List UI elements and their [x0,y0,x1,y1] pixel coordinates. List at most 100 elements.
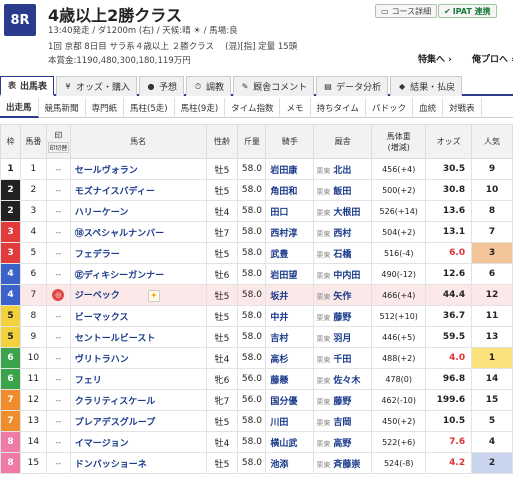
horse-name-link[interactable]: ㊣ディキシーガンナー [75,271,164,281]
mark-cell[interactable]: -- [45,221,71,243]
horse-name[interactable]: イマージョン [69,431,207,453]
trainer-name[interactable]: 吉岡 [333,418,351,428]
odds[interactable]: 59.5 [425,326,473,348]
horse-name-link[interactable]: ビーマックス [75,313,129,323]
trainer[interactable]: 栗東 高野 [313,431,373,453]
mark-cell[interactable]: -- [45,200,71,222]
horse-name[interactable]: ㊣ディキシーガンナー [69,263,207,285]
trainer[interactable]: 栗東 石橋 [313,242,373,264]
horse-name-link[interactable]: フェデラー [75,250,120,260]
odds[interactable]: 36.7 [425,305,473,327]
horse-name-link[interactable]: クラリティスケール [75,397,155,407]
trainer[interactable]: 栗東 藤野 [313,389,373,411]
col-umaban[interactable]: 馬番 [19,124,47,159]
col-waku[interactable]: 枠 [0,124,21,159]
jockey-name[interactable]: 藤懸 [265,368,315,390]
table-row[interactable]: 3 5 -- フェデラー 牡5 58.0 武豊 栗東 石橋 516(-4) 6.0 3 [0,242,513,264]
col-sex-age[interactable]: 性齢 [205,124,239,159]
odds[interactable]: 10.5 [425,410,473,432]
horse-name[interactable]: セールヴォラン [69,158,207,180]
trainer-name[interactable]: 斉藤崇 [333,460,360,470]
table-row[interactable]: 5 9 -- セントールビースト 牡5 58.0 吉村 栗東 羽月 446(+5) 59.5 13 [0,326,513,348]
odds[interactable]: 7.6 [425,431,473,453]
table-row[interactable]: 6 10 -- ヴリトラハン 牡4 58.0 高杉 栗東 千田 488(+2) 4.0 1 [0,347,513,369]
trainer[interactable]: 栗東 斉藤崇 [313,452,373,474]
horse-name-link[interactable]: セールヴォラン [75,166,138,176]
trainer[interactable]: 栗東 西村 [313,221,373,243]
trainer[interactable]: 栗東 藤野 [313,305,373,327]
horse-name[interactable]: モズナイスバディー [69,179,207,201]
horse-name[interactable]: フェデラー [69,242,207,264]
jockey-name[interactable]: 坂井 [265,284,315,306]
trainer[interactable]: 栗東 吉岡 [313,410,373,432]
horse-name[interactable]: プレアデスグループ [69,410,207,432]
odds[interactable]: 6.0 [425,242,473,264]
favorite-icon[interactable]: ✦ [147,290,160,302]
mark-cell[interactable]: -- [45,326,71,348]
trainer-name[interactable]: 藤野 [333,397,351,407]
my-pro-link[interactable]: 俺プロへ › [472,52,513,65]
table-row[interactable]: 4 7 ◎ ジーベック ✦ 牡5 58.0 坂井 栗東 矢作 466(+4) 44.4 12 [0,284,513,306]
table-row[interactable]: 5 8 -- ビーマックス 牡5 58.0 中井 栗東 藤野 512(+10) 36.7 11 [0,305,513,327]
horse-name-link[interactable]: ドンバッショーネ [75,460,147,470]
table-row[interactable]: 7 13 -- プレアデスグループ 牡5 58.0 川田 栗東 吉岡 450(+2) 10.5 5 [0,410,513,432]
table-row[interactable]: 1 1 -- セールヴォラン 牡5 58.0 岩田康 栗東 北出 456(+4) 30.5 9 [0,158,513,180]
trainer[interactable]: 栗東 矢作 [313,284,373,306]
subtab-5[interactable]: タイム指数 [225,98,281,118]
subtab-9[interactable]: 血統 [413,98,444,118]
table-row[interactable]: 2 2 -- モズナイスバディー 牡5 58.0 角田和 栗東 飯田 500(+2) 30.8 10 [0,179,513,201]
trainer-name[interactable]: 高野 [333,439,351,449]
horse-name-link[interactable]: ヴリトラハン [75,355,129,365]
col-weight-carried[interactable]: 斤量 [237,124,267,159]
table-row[interactable]: 3 4 -- ⑱スペシャルナンバー 牡7 58.0 西村淳 栗東 西村 504(+2) 13.1 7 [0,221,513,243]
horse-name[interactable]: セントールビースト [69,326,207,348]
odds[interactable]: 4.0 [425,347,473,369]
odds[interactable]: 13.1 [425,221,473,243]
tab-4[interactable]: ✎ 厩舎コメント [233,76,315,96]
tab-6[interactable]: ◆ 結果・払戻 [390,76,463,96]
course-detail-button[interactable]: ▭ コース詳細 [375,4,438,18]
odds[interactable]: 44.4 [425,284,473,306]
tab-3[interactable]: ⏱ 調教 [186,76,232,96]
trainer[interactable]: 栗東 大根田 [313,200,373,222]
jockey-name[interactable]: 国分優 [265,389,315,411]
jockey-name[interactable]: 武豊 [265,242,315,264]
mark-cell[interactable]: -- [45,242,71,264]
jockey-name[interactable]: 岩田望 [265,263,315,285]
table-row[interactable]: 4 6 -- ㊣ディキシーガンナー 牡6 58.0 岩田望 栗東 中内田 490(-12) 12.6… [0,263,513,285]
jockey-name[interactable]: 中井 [265,305,315,327]
trainer-name[interactable]: 羽月 [333,334,351,344]
tab-0[interactable]: 表出馬表 [0,76,55,96]
odds[interactable]: 30.8 [425,179,473,201]
tab-2[interactable]: ● 予想 [139,76,185,96]
subtab-2[interactable]: 専門紙 [86,98,125,118]
trainer-name[interactable]: 佐々木 [333,376,360,386]
subtab-4[interactable]: 馬柱(9走) [175,98,226,118]
horse-name[interactable]: ハリーケーン [69,200,207,222]
horse-name[interactable]: ヴリトラハン [69,347,207,369]
trainer[interactable]: 栗東 中内田 [313,263,373,285]
mark-cell[interactable]: -- [45,263,71,285]
subtab-6[interactable]: メモ [280,98,311,118]
mark-cell[interactable]: ◎ [45,284,71,306]
horse-name-link[interactable]: ハリーケーン [75,208,129,218]
subtab-1[interactable]: 競馬新聞 [39,98,86,118]
trainer[interactable]: 栗東 千田 [313,347,373,369]
mark-cell[interactable]: -- [45,389,71,411]
subtab-3[interactable]: 馬柱(5走) [124,98,175,118]
horse-name-link[interactable]: フェリ [75,376,102,386]
horse-name-link[interactable]: モズナイスバディー [75,187,155,197]
horse-name[interactable]: ⑱スペシャルナンバー [69,221,207,243]
mark-cell[interactable]: -- [45,452,71,474]
jockey-name[interactable]: 角田和 [265,179,315,201]
mark-cell[interactable]: -- [45,410,71,432]
col-mark[interactable]: 印印切替 [45,124,71,159]
odds[interactable]: 4.2 [425,452,473,474]
trainer-name[interactable]: 飯田 [333,187,351,197]
jockey-name[interactable]: 吉村 [265,326,315,348]
ipat-link-button[interactable]: ✔ IPAT 連携 [438,4,497,18]
mark-cell[interactable]: -- [45,347,71,369]
jockey-name[interactable]: 高杉 [265,347,315,369]
subtab-0[interactable]: 出走馬 [0,98,39,118]
tab-1[interactable]: ¥ オッズ・購入 [56,76,138,96]
